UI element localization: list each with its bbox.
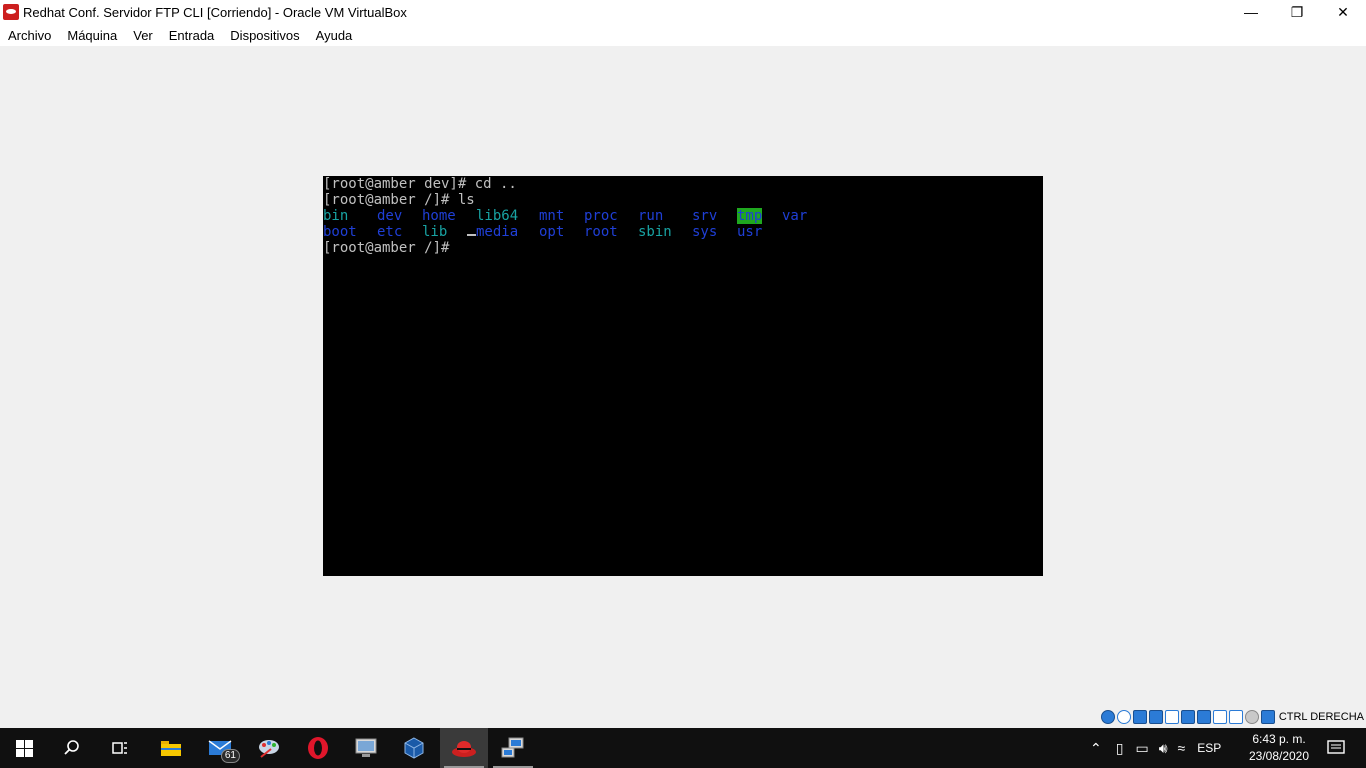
console-line-prompt: [root@amber /]#: [323, 240, 458, 256]
language-indicator[interactable]: ESP: [1197, 741, 1221, 755]
ls-entry-dev: dev: [377, 208, 403, 224]
show-hidden-icons-icon[interactable]: ⌃: [1090, 740, 1102, 757]
ls-entry-media: media: [476, 224, 519, 240]
mouse-integration-icon[interactable]: [1244, 710, 1259, 724]
ls-entry-usr: usr: [737, 224, 763, 240]
menu-archivo[interactable]: Archivo: [0, 28, 59, 43]
menu-dispositivos[interactable]: Dispositivos: [222, 28, 307, 43]
close-icon: ✕: [1337, 3, 1349, 20]
start-button[interactable]: [0, 728, 48, 768]
taskbar-opera[interactable]: [294, 728, 342, 768]
task-view-button[interactable]: [96, 728, 144, 768]
host-key-label: CTRL DERECHA: [1278, 711, 1364, 723]
windows-logo-icon: [15, 739, 33, 757]
virtualbox-icon: [404, 737, 424, 759]
virtualbox-vm-icon: [3, 4, 19, 20]
volume-icon[interactable]: 🔊︎: [1159, 740, 1168, 757]
clock-date: 23/08/2020: [1248, 749, 1310, 763]
ls-entry-home: home: [422, 208, 456, 224]
opera-browser-icon: [308, 737, 328, 759]
ls-entry-lib64: lib64: [476, 208, 519, 224]
status-icons: CTRL DERECHA: [1100, 708, 1364, 726]
ls-entry-mnt: mnt: [539, 208, 565, 224]
cpu-icon[interactable]: [1228, 710, 1243, 724]
vm-console-screen[interactable]: [root@amber dev]# cd .. [root@amber /]# …: [323, 176, 1043, 576]
system-tray: ⌃ ▯ ▭ 🔊︎ ≈ ESP: [1090, 728, 1221, 768]
ls-entry-bin: bin: [323, 208, 349, 224]
ls-entry-sys: sys: [692, 224, 718, 240]
ls-entry-opt: opt: [539, 224, 565, 240]
ls-entry-root: root: [584, 224, 618, 240]
taskbar-paint-app[interactable]: [245, 728, 293, 768]
video-capture-icon[interactable]: [1212, 710, 1227, 724]
shared-folders-icon[interactable]: [1180, 710, 1195, 724]
taskbar: 61 ⌃ ▯ ▭ 🔊︎ ≈ ESP 6:43 p. m. 23/08/2020: [0, 728, 1366, 768]
wifi-icon[interactable]: ≈: [1178, 740, 1186, 756]
title-bar: Redhat Conf. Servidor FTP CLI [Corriendo…: [0, 0, 1366, 24]
network-vm-icon: [501, 737, 524, 758]
ls-entry-var: var: [782, 208, 808, 224]
file-explorer-icon: [161, 741, 181, 756]
taskbar-file-explorer[interactable]: [147, 728, 195, 768]
audio-icon[interactable]: [1132, 710, 1147, 724]
console-line-cd: [root@amber dev]# cd ..: [323, 176, 517, 192]
optical-drive-icon[interactable]: [1116, 710, 1131, 724]
window-controls: — ❐ ✕: [1228, 0, 1366, 24]
system-tool-icon: [355, 738, 377, 757]
ls-entry-etc: etc: [377, 224, 403, 240]
search-icon: [64, 740, 79, 755]
taskbar-network-vm[interactable]: [489, 728, 537, 768]
usb-icon[interactable]: [1164, 710, 1179, 724]
menu-ver[interactable]: Ver: [125, 28, 161, 43]
menu-entrada[interactable]: Entrada: [161, 28, 223, 43]
paint-app-icon: [259, 740, 279, 758]
usb-device-icon[interactable]: ▯: [1116, 740, 1124, 757]
minimize-icon: —: [1244, 4, 1258, 20]
taskbar-search-button[interactable]: [48, 728, 96, 768]
ls-entry-proc: proc: [584, 208, 618, 224]
window-title: Redhat Conf. Servidor FTP CLI [Corriendo…: [23, 4, 407, 20]
console-line-ls: [root@amber /]# ls: [323, 192, 475, 208]
task-view-icon: [112, 742, 127, 754]
battery-icon[interactable]: ▭: [1135, 740, 1148, 757]
taskbar-virtualbox[interactable]: [390, 728, 438, 768]
notification-icon: [1327, 740, 1345, 754]
vm-status-bar: CTRL DERECHA: [0, 706, 1366, 728]
redhat-vm-icon: [452, 741, 476, 757]
clock-time: 6:43 p. m.: [1252, 732, 1306, 746]
restore-icon: ❐: [1290, 3, 1304, 20]
action-center-button[interactable]: [1312, 728, 1360, 768]
minimize-button[interactable]: —: [1228, 0, 1274, 24]
menu-ayuda[interactable]: Ayuda: [308, 28, 361, 43]
menu-maquina[interactable]: Máquina: [59, 28, 125, 43]
ls-entry-sbin: sbin: [638, 224, 672, 240]
taskbar-mail[interactable]: 61: [196, 728, 244, 768]
display-icon[interactable]: [1196, 710, 1211, 724]
mail-badge: 61: [220, 749, 240, 763]
ls-entry-lib: lib: [422, 224, 448, 240]
menu-bar: Archivo Máquina Ver Entrada Dispositivos…: [0, 24, 1366, 46]
ls-entry-run: run: [638, 208, 664, 224]
ls-entry-tmp: tmp: [737, 208, 763, 224]
network-icon[interactable]: [1148, 710, 1163, 724]
text-cursor: [467, 234, 476, 236]
keyboard-icon[interactable]: [1260, 710, 1275, 724]
ls-entry-boot: boot: [323, 224, 357, 240]
hard-disk-icon[interactable]: [1100, 710, 1115, 724]
clock[interactable]: 6:43 p. m. 23/08/2020: [1244, 730, 1314, 766]
ls-entry-srv: srv: [692, 208, 718, 224]
restore-button[interactable]: ❐: [1274, 0, 1320, 24]
close-button[interactable]: ✕: [1320, 0, 1366, 24]
taskbar-system-tool[interactable]: [342, 728, 390, 768]
taskbar-redhat-vm[interactable]: [440, 728, 488, 768]
